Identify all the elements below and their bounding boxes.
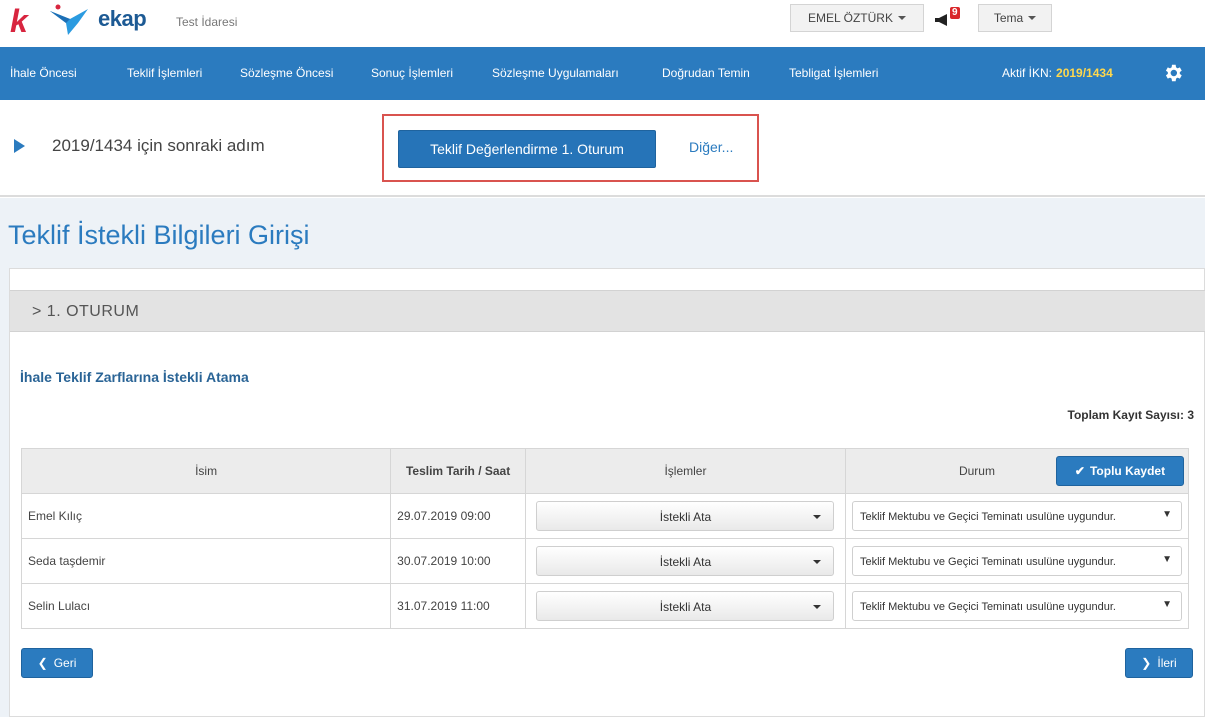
assign-bidder-dropdown[interactable]: İstekli Ata [536, 546, 835, 576]
bird-logo-icon [50, 4, 88, 35]
active-ikn-value: 2019/1434 [1056, 66, 1113, 80]
assign-bidder-label: İstekli Ata [659, 510, 712, 524]
chevron-down-icon: ▼ [1162, 599, 1172, 610]
next-button[interactable]: ❯ İleri [1125, 648, 1193, 678]
table-row: Emel Kılıç 29.07.2019 09:00 İstekli Ata … [20, 493, 1190, 539]
session-label: > 1. OTURUM [32, 303, 140, 320]
session-header[interactable]: > 1. OTURUM [10, 290, 1205, 332]
organization-name: Test İdaresi [176, 15, 238, 29]
back-label: Geri [53, 656, 77, 670]
active-ikn: Aktif İKN: 2019/1434 [1002, 47, 1113, 100]
main-navbar: İhale Öncesi Teklif İşlemleri Sözleşme Ö… [0, 47, 1205, 100]
nav-item-tebligat-islemleri[interactable]: Tebligat İşlemleri [789, 47, 878, 100]
table-row: Seda taşdemir 30.07.2019 10:00 İstekli A… [20, 538, 1190, 584]
total-records: Toplam Kayıt Sayısı: 3 [1067, 408, 1195, 422]
assign-bidder-dropdown[interactable]: İstekli Ata [536, 591, 835, 621]
theme-menu-button[interactable]: Tema [978, 4, 1052, 32]
assign-bidder-label: İstekli Ata [659, 555, 712, 569]
assign-bidder-label: İstekli Ata [659, 600, 712, 614]
delivery-datetime: 30.07.2019 10:00 [390, 538, 526, 584]
assign-bidder-dropdown[interactable]: İstekli Ata [536, 501, 835, 531]
status-select[interactable]: Teklif Mektubu ve Geçici Teminatı usulün… [851, 591, 1182, 621]
status-value: Teklif Mektubu ve Geçici Teminatı usulün… [859, 556, 1116, 568]
kik-logo: k [10, 3, 28, 39]
chevron-down-icon [813, 605, 822, 609]
nav-item-dogrudan-temin[interactable]: Doğrudan Temin [662, 47, 750, 100]
next-step-text: 2019/1434 için sonraki adım [52, 136, 265, 155]
chevron-down-icon [813, 515, 822, 519]
bidder-name: Seda taşdemir [20, 538, 392, 584]
chevron-down-icon [1028, 16, 1037, 20]
bulk-save-button[interactable]: ✔ Toplu Kaydet [1056, 456, 1184, 486]
nav-item-sozlesme-oncesi[interactable]: Sözleşme Öncesi [240, 47, 333, 100]
next-label: İleri [1157, 656, 1177, 670]
status-select[interactable]: Teklif Mektubu ve Geçici Teminatı usulün… [851, 546, 1182, 576]
column-header-delivery: Teslim Tarih / Saat [390, 448, 526, 494]
nav-item-teklif-islemleri[interactable]: Teklif İşlemleri [127, 47, 202, 100]
bidder-name: Emel Kılıç [20, 493, 392, 539]
status-value: Teklif Mektubu ve Geçici Teminatı usulün… [859, 511, 1116, 523]
chevron-left-icon: ❮ [37, 656, 48, 670]
chevron-down-icon: ▼ [1162, 509, 1172, 520]
chevron-down-icon [813, 560, 822, 564]
column-header-name: İsim [20, 448, 392, 494]
chevron-down-icon: ▼ [1162, 554, 1172, 565]
nav-item-sozlesme-uygulamalari[interactable]: Sözleşme Uygulamaları [492, 47, 619, 100]
nav-item-ihale-oncesi[interactable]: İhale Öncesi [10, 47, 77, 100]
delivery-datetime: 31.07.2019 11:00 [390, 583, 526, 629]
checkmark-icon: ✔ [1074, 464, 1085, 478]
status-select[interactable]: Teklif Mektubu ve Geçici Teminatı usulün… [851, 501, 1182, 531]
next-step-button[interactable]: Teklif Değerlendirme 1. Oturum [398, 130, 656, 168]
status-value: Teklif Mektubu ve Geçici Teminatı usulün… [859, 601, 1116, 613]
delivery-datetime: 29.07.2019 09:00 [390, 493, 526, 539]
user-name: EMEL ÖZTÜRK [808, 11, 893, 25]
column-header-actions: İşlemler [525, 448, 846, 494]
theme-label: Tema [993, 11, 1024, 25]
nav-item-sonuc-islemleri[interactable]: Sonuç İşlemleri [371, 47, 453, 100]
status-header-label: Durum [958, 464, 995, 478]
chevron-right-icon: ❯ [1141, 656, 1152, 670]
table-header-row: İsim Teslim Tarih / Saat İşlemler Durum … [20, 448, 1190, 494]
bulk-save-label: Toplu Kaydet [1089, 464, 1166, 478]
chevron-down-icon [897, 16, 906, 20]
column-header-status: Durum ✔ Toplu Kaydet [844, 448, 1190, 494]
gear-icon[interactable] [1162, 62, 1184, 84]
megaphone-icon [935, 14, 947, 26]
user-menu-button[interactable]: EMEL ÖZTÜRK [790, 4, 924, 32]
top-header: k ekap Test İdaresi EMEL ÖZTÜRK 9 Tema [0, 0, 1205, 40]
ekap-logo-text: ekap [98, 6, 147, 31]
bidder-name: Selin Lulacı [20, 583, 392, 629]
active-ikn-label: Aktif İKN: [1002, 66, 1053, 80]
other-steps-link[interactable]: Diğer... [689, 139, 733, 155]
notification-badge: 9 [950, 7, 960, 19]
bidders-table: İsim Teslim Tarih / Saat İşlemler Durum … [20, 448, 1190, 629]
notifications-button[interactable]: 9 [932, 6, 972, 30]
page-title: Teklif İstekli Bilgileri Girişi [8, 220, 310, 250]
play-arrow-icon [14, 139, 25, 153]
table-row: Selin Lulacı 31.07.2019 11:00 İstekli At… [20, 583, 1190, 629]
back-button[interactable]: ❮ Geri [21, 648, 93, 678]
section-title: İhale Teklif Zarflarına İstekli Atama [20, 369, 249, 385]
